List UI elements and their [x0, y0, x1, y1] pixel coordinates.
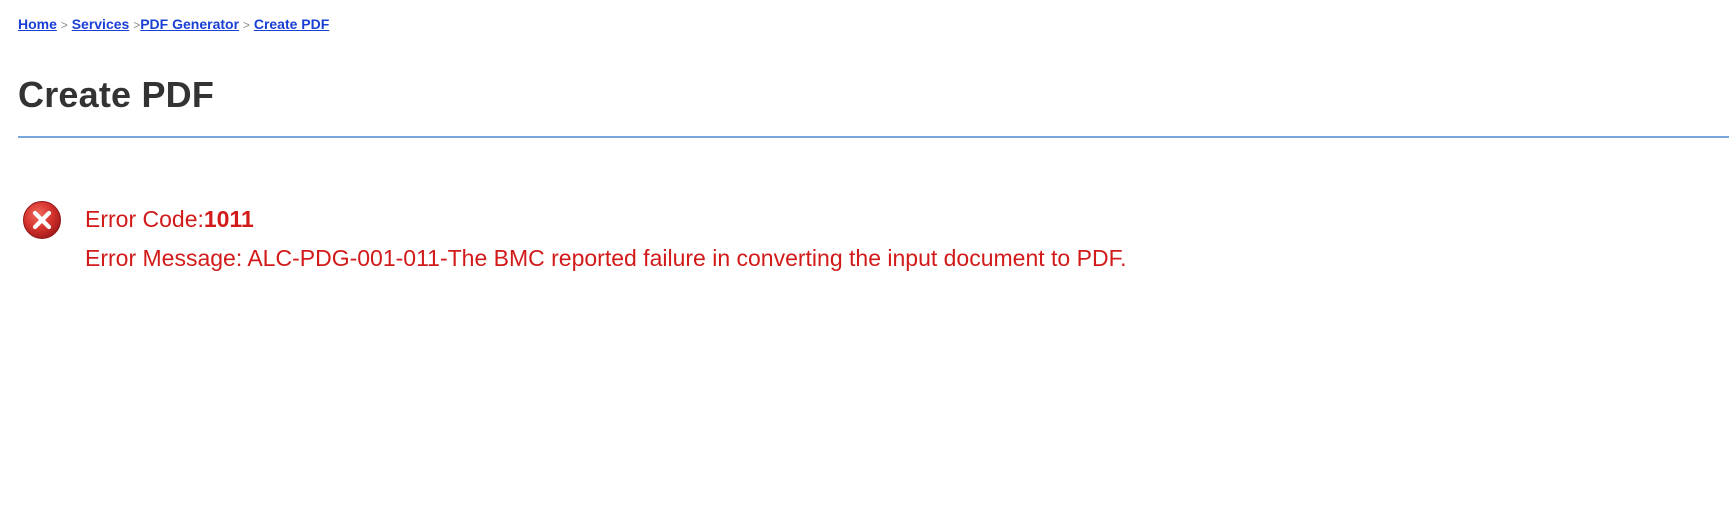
breadcrumb: Home > Services >PDF Generator > Create … — [18, 16, 329, 32]
breadcrumb-link-home[interactable]: Home — [18, 16, 57, 32]
error-message-value: ALC-PDG-001-011-The BMC reported failure… — [247, 245, 1127, 271]
breadcrumb-separator: > — [242, 18, 250, 32]
error-code-value: 1011 — [203, 206, 254, 232]
error-message-line: Error Message: ALC-PDG-001-011-The BMC r… — [85, 245, 1126, 272]
title-divider — [18, 136, 1729, 138]
error-message-label: Error Message: — [85, 245, 248, 271]
page-title: Create PDF — [18, 74, 215, 115]
breadcrumb-link-services[interactable]: Services — [72, 16, 130, 32]
error-code-line: Error Code:1011 — [85, 206, 254, 233]
breadcrumb-separator: > — [60, 18, 68, 32]
error-x-icon — [23, 201, 61, 239]
breadcrumb-link-create-pdf[interactable]: Create PDF — [254, 16, 329, 32]
error-code-label: Error Code: — [85, 206, 204, 232]
breadcrumb-link-pdf-generator[interactable]: PDF Generator — [140, 16, 239, 32]
